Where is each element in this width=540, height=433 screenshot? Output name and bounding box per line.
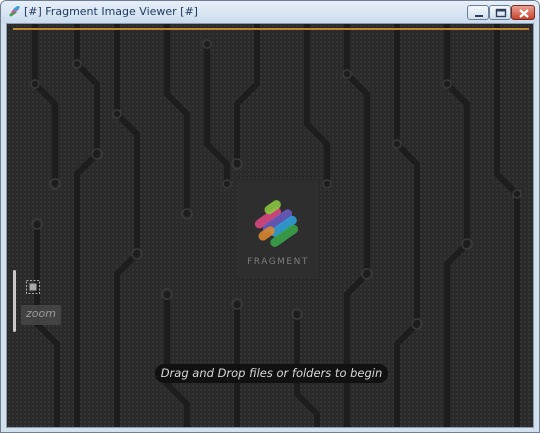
progress-bar [13, 28, 529, 30]
zoom-control[interactable]: zoom [17, 270, 63, 330]
logo-text: FRAGMENT [247, 257, 309, 267]
window-title: [#] Fragment Image Viewer [#] [24, 5, 198, 18]
maximize-icon [495, 8, 507, 18]
app-icon [9, 6, 20, 17]
fit-to-screen-icon[interactable] [25, 279, 41, 295]
close-button[interactable] [511, 5, 535, 20]
minimize-icon [475, 15, 483, 17]
fragment-logo-icon [254, 200, 299, 247]
zoom-rail[interactable] [13, 270, 16, 332]
title-bar[interactable]: [#] Fragment Image Viewer [#] [1, 1, 539, 23]
image-canvas[interactable]: FRAGMENT zoom Drag and Drop files or fol… [6, 23, 534, 428]
drop-hint: Drag and Drop files or folders to begin [155, 364, 388, 383]
app-window: [#] Fragment Image Viewer [#] FRAGMENT z… [0, 0, 540, 433]
maximize-button[interactable] [489, 5, 511, 20]
minimize-button[interactable] [467, 5, 489, 20]
close-icon [519, 9, 529, 18]
zoom-label: zoom [26, 307, 56, 320]
